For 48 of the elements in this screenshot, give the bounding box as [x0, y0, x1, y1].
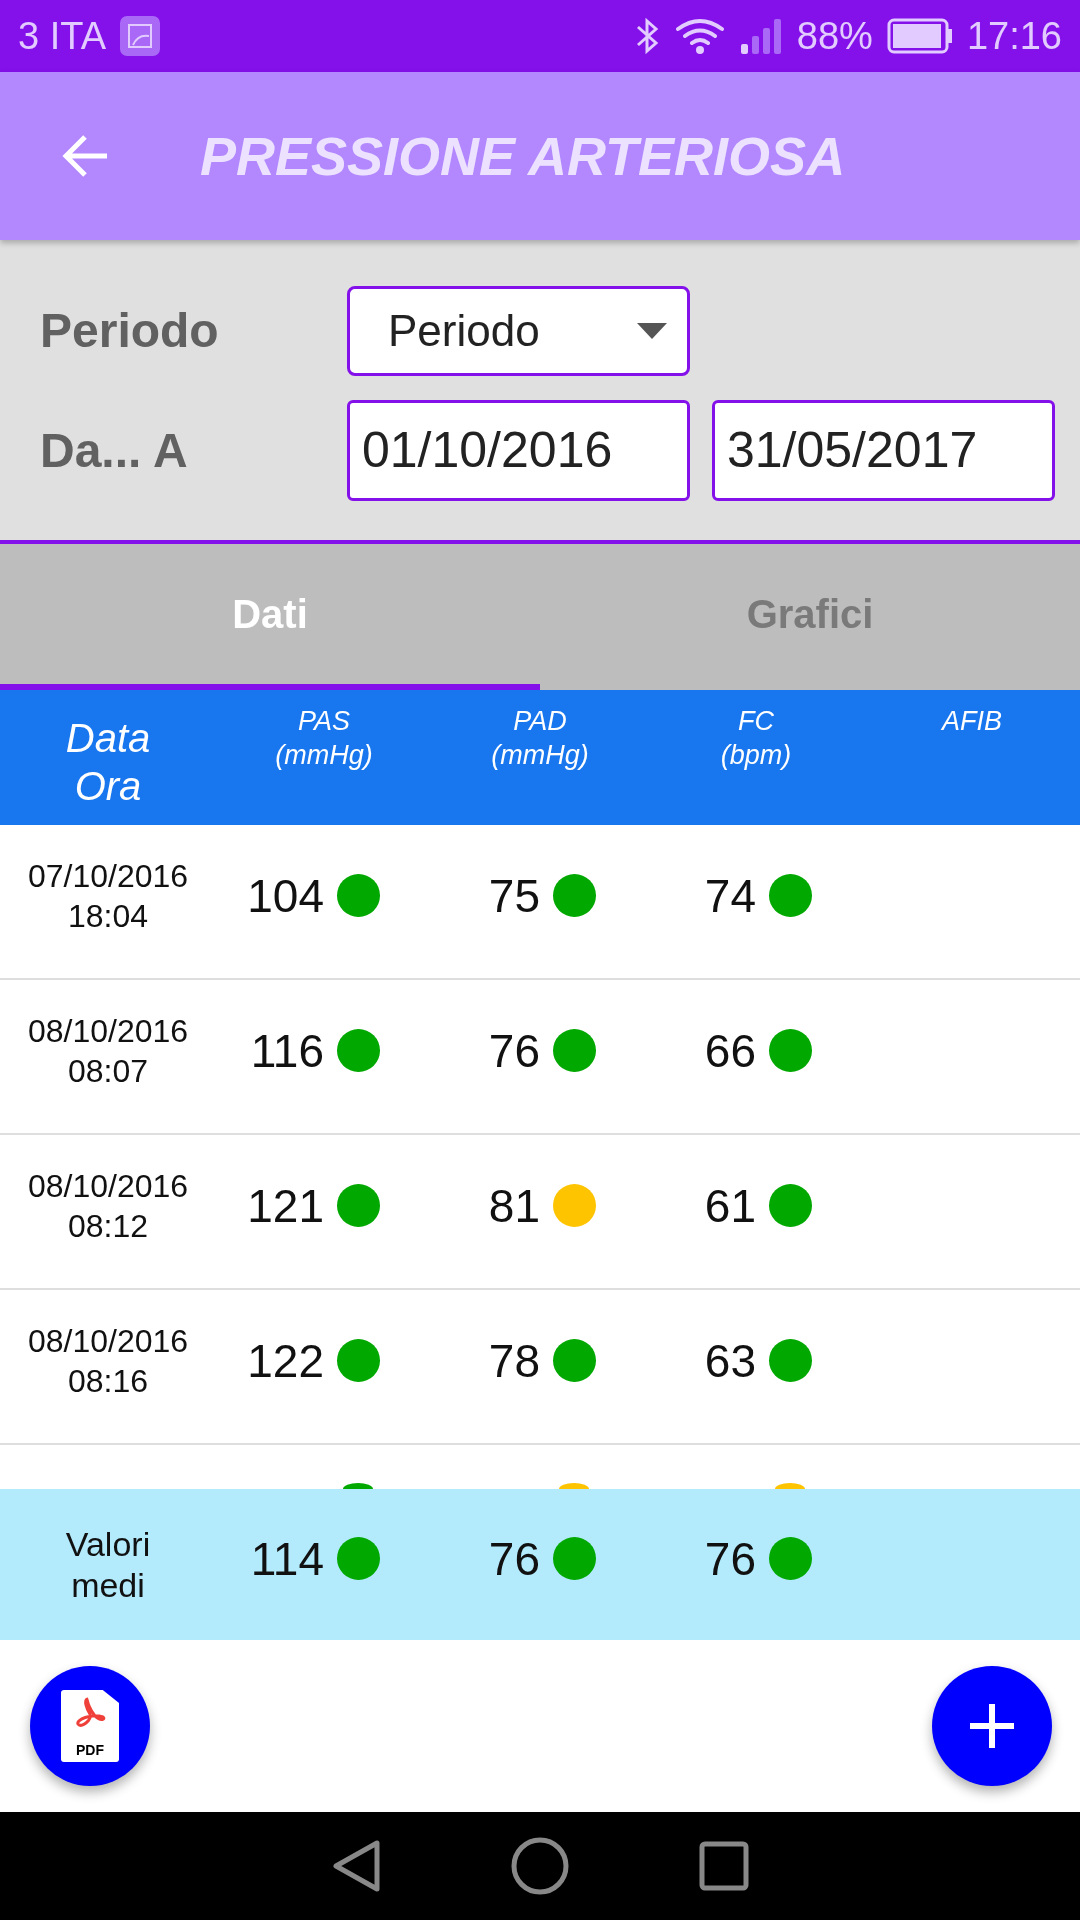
column-heading: FC (bpm): [720, 705, 792, 772]
home-nav-icon[interactable]: [511, 1837, 569, 1895]
column-heading: PAD (mmHg): [491, 705, 589, 772]
dropdown-caret-icon: [637, 322, 667, 339]
reading-value: 116: [250, 1023, 324, 1078]
reading-value: 121: [247, 1178, 324, 1233]
back-arrow-icon: [61, 134, 109, 178]
signal-icon: [738, 16, 783, 56]
battery-percent: 88%: [796, 14, 873, 58]
image-icon: [120, 16, 160, 56]
period-dropdown[interactable]: Periodo: [347, 285, 690, 376]
reading-value: 104: [247, 868, 324, 923]
reading-value: 76: [488, 1531, 540, 1586]
reading-value: 74: [704, 868, 756, 923]
reading-value: 122: [247, 1333, 324, 1388]
carrier-name: 3 ITA: [18, 14, 106, 58]
bluetooth-icon: [634, 16, 661, 56]
average-label: Valori medi: [64, 1523, 152, 1606]
reading-value: 81: [488, 1178, 540, 1233]
plus-icon: [970, 1704, 1014, 1748]
period-label: Periodo: [39, 303, 220, 358]
start-date-field[interactable]: 01/10/2016: [347, 399, 690, 501]
reading-value: 114: [250, 1531, 324, 1586]
column-heading: AFIB: [942, 705, 1002, 738]
reading-value: 75: [488, 868, 540, 923]
column-heading: PAS (mmHg): [275, 705, 373, 772]
screen-title: PRESSIONE ARTERIOSA: [200, 125, 846, 187]
date-time: 08/10/2016 08:07: [27, 1011, 189, 1091]
clock-time: 17:16: [966, 14, 1062, 58]
battery-icon: [886, 18, 953, 54]
reading-value: 76: [704, 1531, 756, 1586]
reading-value: 78: [488, 1333, 540, 1388]
pdf-file-icon: PDF: [61, 1690, 119, 1762]
date-time: 07/10/2016 18:04: [27, 856, 189, 936]
recents-nav-icon[interactable]: [699, 1841, 749, 1891]
reading-value: 63: [704, 1333, 756, 1388]
end-date-field[interactable]: 31/05/2017: [712, 399, 1055, 501]
reading-value: 66: [704, 1023, 756, 1078]
column-heading: Data Ora: [65, 715, 151, 810]
date-time: 08/10/2016 08:12: [27, 1166, 189, 1246]
add-button[interactable]: [932, 1666, 1052, 1786]
back-nav-icon[interactable]: [331, 1839, 381, 1893]
reading-value: 61: [704, 1178, 756, 1233]
wifi-icon: [674, 17, 725, 55]
reading-value: 76: [488, 1023, 540, 1078]
date-time: 08/10/2016 08:16: [27, 1321, 189, 1401]
pdf-button[interactable]: PDF: [30, 1666, 150, 1786]
date-range-label: Da... A: [39, 422, 189, 478]
